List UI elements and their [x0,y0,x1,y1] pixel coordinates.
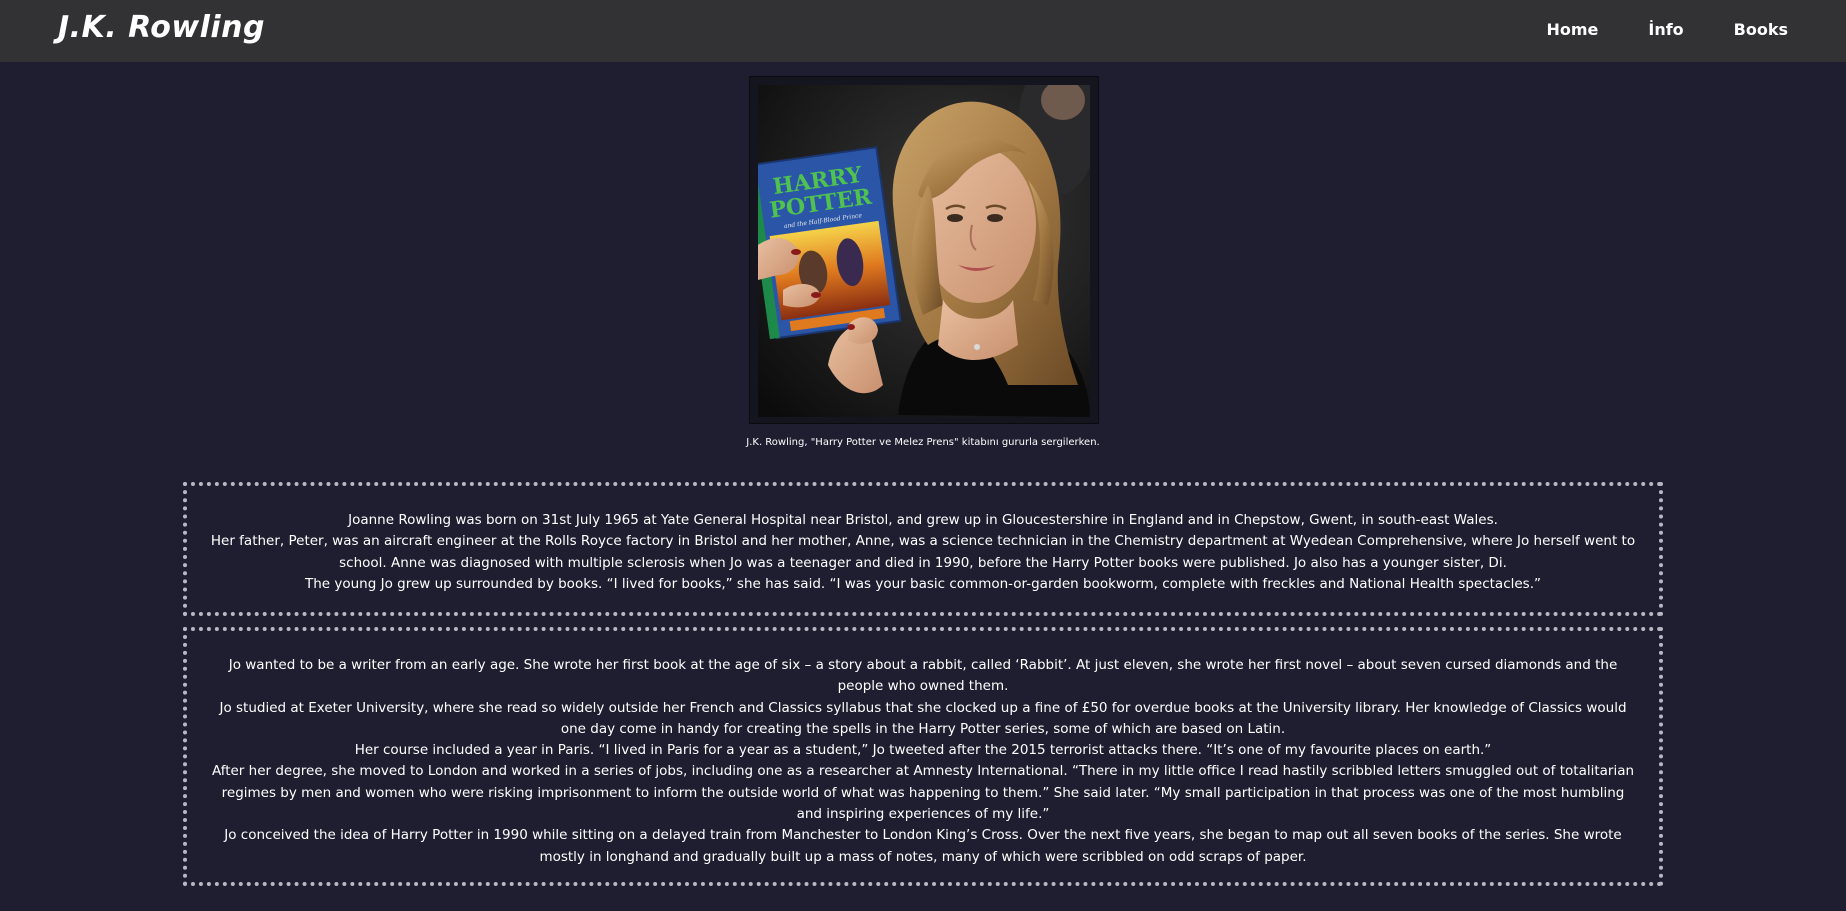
paragraph: After her degree, she moved to London an… [211,763,1635,823]
paragraph: Jo studied at Exeter University, where s… [219,699,1627,737]
nav-link-home[interactable]: Home [1546,20,1598,39]
author-photo-frame: HARRY POTTER and the Half-Blood Prince [749,76,1099,424]
biography-section-early-life: Joanne Rowling was born on 31st July 196… [183,482,1663,616]
brand-logo-link[interactable]: J.K. Rowling [58,10,265,45]
photo-caption: J.K. Rowling, "Harry Potter ve Melez Pre… [746,437,1100,448]
paragraph: Jo conceived the idea of Harry Potter in… [224,827,1622,865]
author-photo-illustration: HARRY POTTER and the Half-Blood Prince [758,85,1090,417]
biography-section-writing: Jo wanted to be a writer from an early a… [183,627,1663,886]
nav-link-info[interactable]: İnfo [1648,20,1683,39]
author-photo: HARRY POTTER and the Half-Blood Prince [758,85,1090,417]
paragraph: The young Jo grew up surrounded by books… [304,575,1542,592]
paragraph: Her course included a year in Paris. “I … [354,742,1492,759]
paragraph: Her father, Peter, was an aircraft engin… [210,533,1636,571]
nav-links: Home İnfo Books [1496,20,1788,39]
nav-link-books[interactable]: Books [1734,20,1788,39]
paragraph: Jo wanted to be a writer from an early a… [228,657,1618,695]
navbar: J.K. Rowling Home İnfo Books [0,0,1846,62]
paragraph: Joanne Rowling was born on 31st July 196… [348,512,1498,528]
